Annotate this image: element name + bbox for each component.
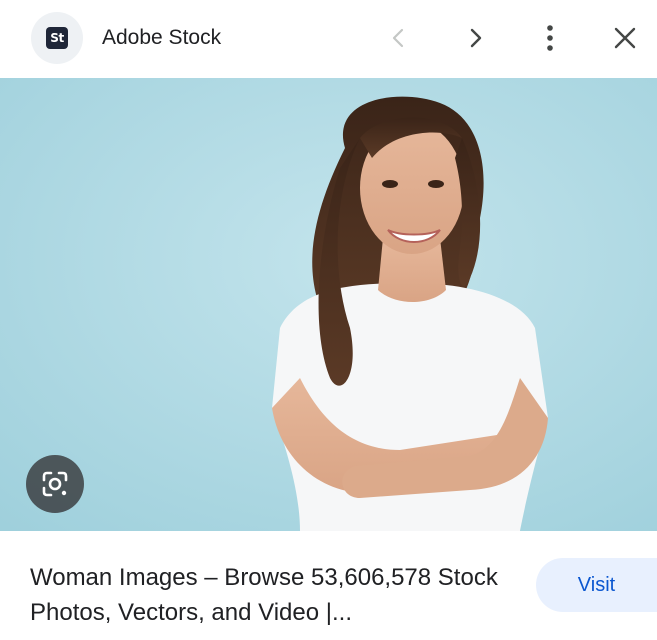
- close-button[interactable]: [605, 18, 645, 58]
- previous-button[interactable]: [379, 18, 419, 58]
- source-logo[interactable]: St: [31, 12, 83, 64]
- result-title[interactable]: Woman Images – Browse 53,606,578 Stock P…: [30, 560, 520, 630]
- chevron-left-icon: [392, 28, 404, 48]
- next-button[interactable]: [455, 18, 495, 58]
- lens-icon: [42, 471, 68, 497]
- photo-woman-smiling: [0, 78, 657, 531]
- preview-image[interactable]: [0, 78, 657, 531]
- visit-button[interactable]: Visit: [536, 558, 657, 612]
- image-preview-panel: St Adobe Stock Woman Images – Browse 53,…: [0, 0, 657, 640]
- more-options-button[interactable]: [530, 18, 570, 58]
- preview-header: St Adobe Stock: [0, 0, 657, 78]
- adobe-stock-logo: St: [46, 27, 68, 49]
- more-vert-icon: [547, 25, 553, 51]
- chevron-right-icon: [470, 28, 482, 48]
- google-lens-button[interactable]: [26, 455, 84, 513]
- source-name[interactable]: Adobe Stock: [102, 24, 221, 52]
- close-icon: [614, 27, 636, 49]
